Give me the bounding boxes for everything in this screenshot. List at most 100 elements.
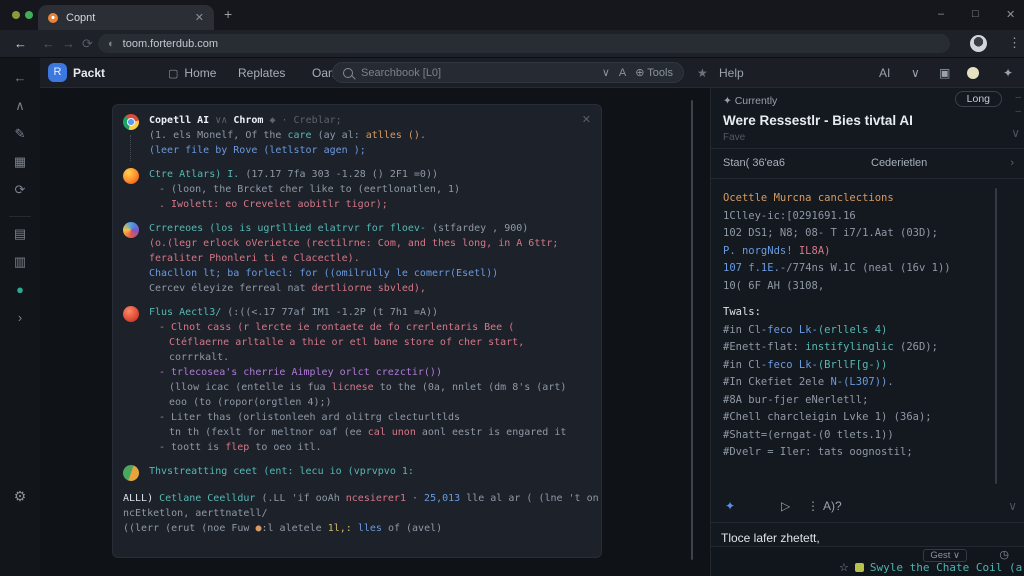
message-line: - Liter thas (orlistonleeh ard olitrg cl… xyxy=(149,410,591,425)
nav-item-home[interactable]: ▢ Home xyxy=(168,66,216,80)
total-line: #Enett-flat: instifylinglic (26D); xyxy=(723,339,998,357)
url-field[interactable]: ◐ toom.forterdub.com xyxy=(98,34,950,53)
minimize-button[interactable]: – xyxy=(938,8,944,20)
panel-tab-left[interactable]: Stan( 36'ea6 xyxy=(723,157,785,169)
chevron-down-icon[interactable]: ∨ xyxy=(602,66,610,79)
settings-icon[interactable]: ⚙ xyxy=(0,488,40,505)
message-line: (1. els Monelf, Of the care (ay al: atll… xyxy=(149,128,591,143)
user-avatar[interactable] xyxy=(967,67,979,79)
chevron-down-icon[interactable]: ∨ xyxy=(1011,126,1020,140)
traffic-light-1[interactable] xyxy=(12,11,20,19)
tab-close-icon[interactable]: ✕ xyxy=(195,11,204,24)
chevron-down-icon[interactable]: ∨ xyxy=(1008,499,1017,513)
text-segment: instifylinglic xyxy=(805,341,894,353)
text-segment: eoo (to (ropor(orgtlen 4);) xyxy=(169,397,332,408)
maximize-button[interactable]: □ xyxy=(972,8,979,20)
play-icon[interactable]: ▷ xyxy=(781,499,790,513)
browser-window: Copnt ✕ + – □ ✕ ← ← → ⟳ ◐ toom.forterdub… xyxy=(0,0,1024,576)
site-icon: ◐ xyxy=(108,37,115,50)
caret-up-icon[interactable]: ∧ xyxy=(0,98,40,114)
message-line: - (loon, the Brcket cher like to (eertlo… xyxy=(149,182,591,197)
suggestion-row[interactable]: ☆ Swyle the Chate Coil (ara;tn xyxy=(839,561,1024,574)
text-segment: atlles () xyxy=(365,130,420,141)
main-scrollbar[interactable] xyxy=(691,100,693,560)
panel-tab-right[interactable]: Cederietlen xyxy=(871,157,927,169)
long-button[interactable]: Long xyxy=(954,91,1002,107)
panel-scrollbar[interactable] xyxy=(995,188,997,484)
chevron-right-icon[interactable]: › xyxy=(1010,157,1014,169)
total-line: #Shatt=(erngat-(0 tlets.1)) xyxy=(723,427,998,445)
chat-message: Crrereoes (los is ugrtllied elatrvr for … xyxy=(123,221,591,296)
traffic-light-2[interactable] xyxy=(25,11,33,19)
star-icon[interactable]: ☆ xyxy=(839,561,849,574)
back-button[interactable]: ← xyxy=(14,36,27,51)
grid-icon[interactable]: ▦ xyxy=(0,154,40,170)
text-segment: (17.17 7fa 303 -1.28 () 2F1 =0)) xyxy=(245,169,438,180)
total-line: #in Cl-feco Lk-(erllels 4) xyxy=(723,322,998,340)
text-segment: Copetll AI xyxy=(149,115,210,126)
clipboard-icon[interactable]: ▣ xyxy=(939,66,950,80)
nav-item-label: Replates xyxy=(238,66,286,80)
text-segment: N-(L307)) xyxy=(830,376,888,388)
back-icon[interactable]: ← xyxy=(42,36,55,51)
clock-icon[interactable]: ◷ xyxy=(999,548,1009,561)
message-line: (llow icac (entelle is fua licnese to th… xyxy=(149,380,591,395)
history-icon[interactable]: ⟳ xyxy=(0,182,40,198)
home-icon: ▢ xyxy=(168,67,179,80)
text-segment: #Chell charcleigin Lvke 1) (36a); xyxy=(723,411,932,423)
back-icon[interactable]: ← xyxy=(0,70,40,85)
forward-icon[interactable]: → xyxy=(62,36,75,51)
text-segment: feco Lk- xyxy=(767,358,818,371)
message-line: feraliter Phonleri ti e Clacectle). xyxy=(149,251,591,266)
status-icon[interactable]: ● xyxy=(0,282,40,297)
reload-icon[interactable]: ⟳ xyxy=(82,36,93,52)
new-tab-button[interactable]: + xyxy=(224,6,232,22)
panel-controls: ✦ ▷ ⋮ A)? ∨ xyxy=(711,496,1024,520)
message-line: corrrkalt. xyxy=(149,350,591,365)
message-header: Crrereoes (los is ugrtllied elatrvr for … xyxy=(149,221,591,236)
brand-name[interactable]: Packt xyxy=(73,66,105,80)
apps-icon[interactable]: ▥ xyxy=(0,254,40,270)
message-line: . Iwolett: eo Crevelet aobitlr tigor); xyxy=(149,197,591,212)
help-link[interactable]: Help xyxy=(719,66,744,80)
message-header: Flus Aectl3/ (:((<.17 77af IM1 -1.2P (t … xyxy=(149,305,591,320)
chat-messages: Copetll AI ∨∧ Chrom ◆ · Creblar; (1. els … xyxy=(123,113,591,481)
text-segment: corrrkalt. xyxy=(169,352,230,363)
browser-tab[interactable]: Copnt ✕ xyxy=(38,5,214,30)
dots-icon[interactable]: ⋮ xyxy=(807,499,819,513)
search-input[interactable]: Searchbook [L0] ∨ A ⊕ Tools xyxy=(332,62,684,83)
controls-label: A)? xyxy=(823,499,842,513)
brand-logo[interactable]: R xyxy=(48,63,67,82)
panel-subtitle: Fave xyxy=(723,132,746,143)
text-segment: (llow icac (entelle is fua xyxy=(169,382,332,393)
text-segment: - (loon, the Brcket cher like to (eertlo… xyxy=(159,184,461,195)
browser-menu-icon[interactable]: ⋮ xyxy=(1008,35,1021,51)
edit-icon[interactable]: ✎ xyxy=(0,126,40,142)
text-segment: feco Lk- xyxy=(767,323,818,336)
sparkle-icon[interactable]: ✦ xyxy=(725,499,735,513)
nav-item-replates[interactable]: Replates xyxy=(238,66,285,80)
tools-button[interactable]: ⊕ Tools xyxy=(635,66,673,79)
text-segment: aonl eestr is engared it xyxy=(415,427,567,438)
text-segment: #Shatt=(erngat-(0 tlets.1)) xyxy=(723,428,894,441)
text-segment: . Iwolett: eo Crevelet aobitlr tigor); xyxy=(159,199,388,210)
ai-button[interactable]: AI xyxy=(879,66,890,80)
sparkle-icon[interactable]: ✦ xyxy=(1003,66,1013,80)
star-icon[interactable]: ★ xyxy=(697,66,708,80)
person-icon[interactable]: A xyxy=(619,67,626,79)
text-segment: lles xyxy=(357,523,382,534)
window-close-button[interactable]: ✕ xyxy=(1006,8,1015,21)
text-segment: (.LL 'if ooAh xyxy=(255,493,346,504)
navbar-right: ★ Help AI ∨ ▣ ✦ xyxy=(679,58,1024,88)
expand-icon[interactable]: › xyxy=(0,310,40,325)
folder-icon[interactable]: ▤ xyxy=(0,226,40,242)
chevron-down-icon[interactable]: ∨ xyxy=(911,66,920,80)
text-segment: ∨∧ xyxy=(209,115,234,126)
leaf-avatar-icon xyxy=(123,465,139,481)
profile-avatar[interactable] xyxy=(970,35,987,52)
text-segment: 25,013 xyxy=(424,493,461,504)
text-segment: (o.(legr erlock oVerietce (rectilrne: Co… xyxy=(149,238,559,249)
text-segment: 102 DS1; N8; 08- T i7/1.Aat (03D); xyxy=(723,227,938,239)
text-segment: feraliter Phonleri ti e Clacectle). xyxy=(149,253,360,264)
message-line: - trlecosea's cherrie Aimpley orlct crez… xyxy=(149,365,591,380)
